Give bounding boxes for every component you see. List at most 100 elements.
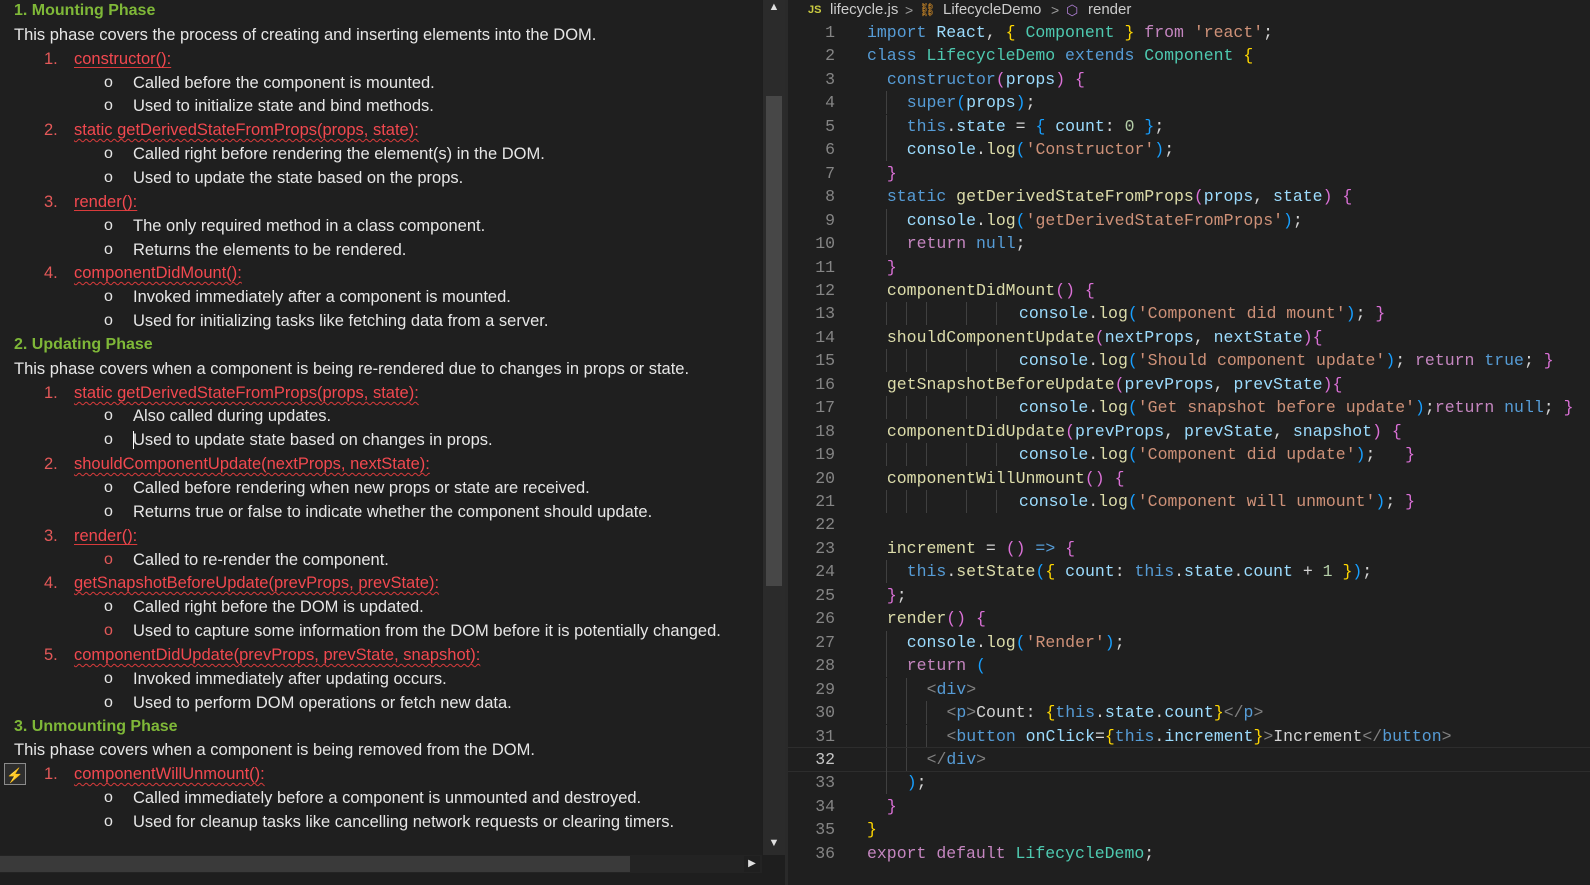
scroll-down-arrow-icon[interactable]: ▼ (767, 836, 781, 850)
code-line[interactable]: 11} (788, 256, 1590, 279)
bullet-text: Used for cleanup tasks like cancelling n… (133, 813, 675, 831)
breadcrumb-file[interactable]: lifecycle.js (830, 0, 898, 20)
document-horizontal-scrollbar[interactable]: ▶ (0, 855, 762, 873)
indent-guide (886, 725, 887, 748)
vertical-scroll-thumb[interactable] (766, 96, 782, 586)
code-line[interactable]: 16 getSnapshotBeforeUpdate(prevProps, pre… (788, 373, 1590, 396)
spellcheck-underline[interactable]: componentWillUnmount(): (74, 765, 265, 783)
scroll-right-arrow-icon[interactable]: ▶ (744, 856, 760, 872)
indent-guide (886, 748, 887, 771)
code-line[interactable]: 35} (788, 818, 1590, 841)
spellcheck-underline[interactable]: static getDerivedStateFromProps(props, s… (74, 384, 419, 402)
code-text: class LifecycleDemo extends Component { (867, 46, 1254, 65)
line-number: 18 (815, 422, 835, 441)
spellcheck-underline[interactable]: componentDidMount(): (74, 264, 242, 282)
indent-guide (906, 349, 907, 372)
bullet-text: Invoked immediately after updating occur… (133, 670, 447, 688)
line-number: 16 (815, 375, 835, 394)
code-text: <div> (926, 680, 977, 699)
code-line[interactable]: 31 <button onClick={this.increment}>Incre… (788, 725, 1590, 748)
code-line[interactable]: 14 shouldComponentUpdate(nextProps, nextS… (788, 326, 1590, 349)
indent-guide (886, 560, 887, 583)
spellcheck-underline[interactable]: render(): (74, 193, 137, 211)
code-line[interactable]: 28 return ( (788, 654, 1590, 677)
item-method-name: static getDerivedStateFromProps(props, s… (74, 381, 419, 405)
code-text: ); (906, 773, 927, 792)
code-line[interactable]: 26 render() { (788, 607, 1590, 630)
code-text: componentDidMount() { (886, 281, 1095, 300)
code-line[interactable]: 22 (788, 513, 1590, 536)
numbered-item: 3. render(): (0, 190, 762, 214)
code-line[interactable]: 3 constructor(props) { (788, 68, 1590, 91)
code-line[interactable]: 15 console.log('Should component update')… (788, 349, 1590, 372)
item-number: 3. (44, 193, 58, 211)
numbered-item: 4. getSnapshotBeforeUpdate(prevProps, pre… (0, 571, 762, 595)
code-line[interactable]: 7} (788, 162, 1590, 185)
code-line[interactable]: 23 increment = () => { (788, 537, 1590, 560)
item-number: 4. (44, 264, 58, 282)
bullet-circle-icon: o (104, 694, 113, 711)
javascript-file-icon: JS (808, 4, 822, 16)
breadcrumb-class[interactable]: LifecycleDemo (943, 0, 1041, 20)
document-vertical-scrollbar[interactable]: ▲ ▼ (763, 0, 785, 855)
item-number: 1. (44, 765, 58, 783)
code-line[interactable]: 32 </div> (788, 747, 1590, 772)
spellcheck-underline[interactable]: static getDerivedStateFromProps(props, s… (74, 121, 419, 139)
code-line[interactable]: 13 console.log('Component did mount'); } (788, 302, 1590, 325)
spellcheck-underline[interactable]: render(): (74, 527, 137, 545)
code-line[interactable]: 8 static getDerivedStateFromProps(props, … (788, 185, 1590, 208)
code-text: <button onClick={this.increment}>Increme… (946, 727, 1452, 746)
code-line[interactable]: 9 console.log('getDerivedStateFromProps')… (788, 209, 1590, 232)
code-line[interactable]: 2 class LifecycleDemo extends Component { (788, 44, 1590, 67)
indent-guide (926, 443, 927, 466)
code-line[interactable]: 29 <div> (788, 678, 1590, 701)
code-line[interactable]: 19 console.log('Component did update'); } (788, 443, 1590, 466)
code-line[interactable]: 17 console.log('Get snapshot before updat… (788, 396, 1590, 419)
bullet-item: o Invoked immediately after a component i… (0, 285, 762, 309)
spellcheck-underline[interactable]: componentDidUpdate(prevProps, prevState,… (74, 646, 480, 664)
bullet-text: The only required method in a class comp… (133, 217, 486, 235)
code-text: increment = () => { (886, 539, 1076, 558)
breadcrumb-separator: > (1051, 2, 1060, 18)
code-line[interactable]: 10 return null; (788, 232, 1590, 255)
code-line[interactable]: 27 console.log('Render'); (788, 631, 1590, 654)
code-text: getSnapshotBeforeUpdate(prevProps, prevS… (886, 375, 1343, 394)
code-line[interactable]: 36 export default LifecycleDemo; (788, 842, 1590, 865)
item-method-name: constructor(): (74, 47, 171, 71)
indent-guide (926, 396, 927, 419)
code-line[interactable]: 20 componentWillUnmount() { (788, 467, 1590, 490)
code-line[interactable]: 24 this.setState({ count: this.state.coun… (788, 560, 1590, 583)
section-heading: 3. Unmounting Phase (0, 715, 762, 739)
indent-guide (886, 490, 887, 513)
code-text: import React, { Component } from 'react'… (867, 23, 1274, 42)
indent-guide (926, 349, 927, 372)
code-text: console.log('getDerivedStateFromProps'); (906, 211, 1303, 230)
code-line[interactable]: 1 import React, { Component } from 'react… (788, 21, 1590, 44)
code-line[interactable]: 25}; (788, 584, 1590, 607)
spellcheck-underline[interactable]: shouldComponentUpdate(nextProps, nextSta… (74, 455, 430, 473)
spellcheck-underline[interactable]: getSnapshotBeforeUpdate(prevProps, prevS… (74, 574, 439, 592)
breadcrumb-method[interactable]: render (1088, 0, 1131, 20)
code-text: } (886, 258, 897, 277)
code-editor[interactable]: JS lifecycle.js > ⛓ LifecycleDemo > ⬡ re… (788, 0, 1590, 885)
code-line[interactable]: 4 super(props); (788, 91, 1590, 114)
line-number: 32 (815, 750, 835, 769)
code-line[interactable]: 34} (788, 795, 1590, 818)
lightning-icon[interactable]: ⚡ (4, 763, 26, 785)
code-line[interactable]: 21 console.log('Component will unmount');… (788, 490, 1590, 513)
code-line[interactable]: 6 console.log('Constructor'); (788, 138, 1590, 161)
code-line[interactable]: 33); (788, 771, 1590, 794)
document-pane[interactable]: 1. Mounting Phase This phase covers the p… (0, 0, 762, 855)
horizontal-scroll-thumb[interactable] (0, 856, 630, 872)
spellcheck-underline[interactable]: constructor(): (74, 50, 171, 68)
code-line[interactable]: 30 <p>Count: {this.state.count}</p> (788, 701, 1590, 724)
bullet-text: Returns the elements to be rendered. (133, 241, 407, 259)
code-line[interactable]: 18 componentDidUpdate(prevProps, prevStat… (788, 420, 1590, 443)
code-line[interactable]: 5 this.state = { count: 0 }; (788, 115, 1590, 138)
paragraph-text: This phase covers when a component is be… (14, 360, 690, 378)
line-number: 29 (815, 680, 835, 699)
scroll-up-arrow-icon[interactable]: ▲ (767, 0, 781, 14)
line-number: 8 (825, 187, 835, 206)
bullet-item: o Used to capture some information from t… (0, 619, 762, 643)
code-line[interactable]: 12 componentDidMount() { (788, 279, 1590, 302)
